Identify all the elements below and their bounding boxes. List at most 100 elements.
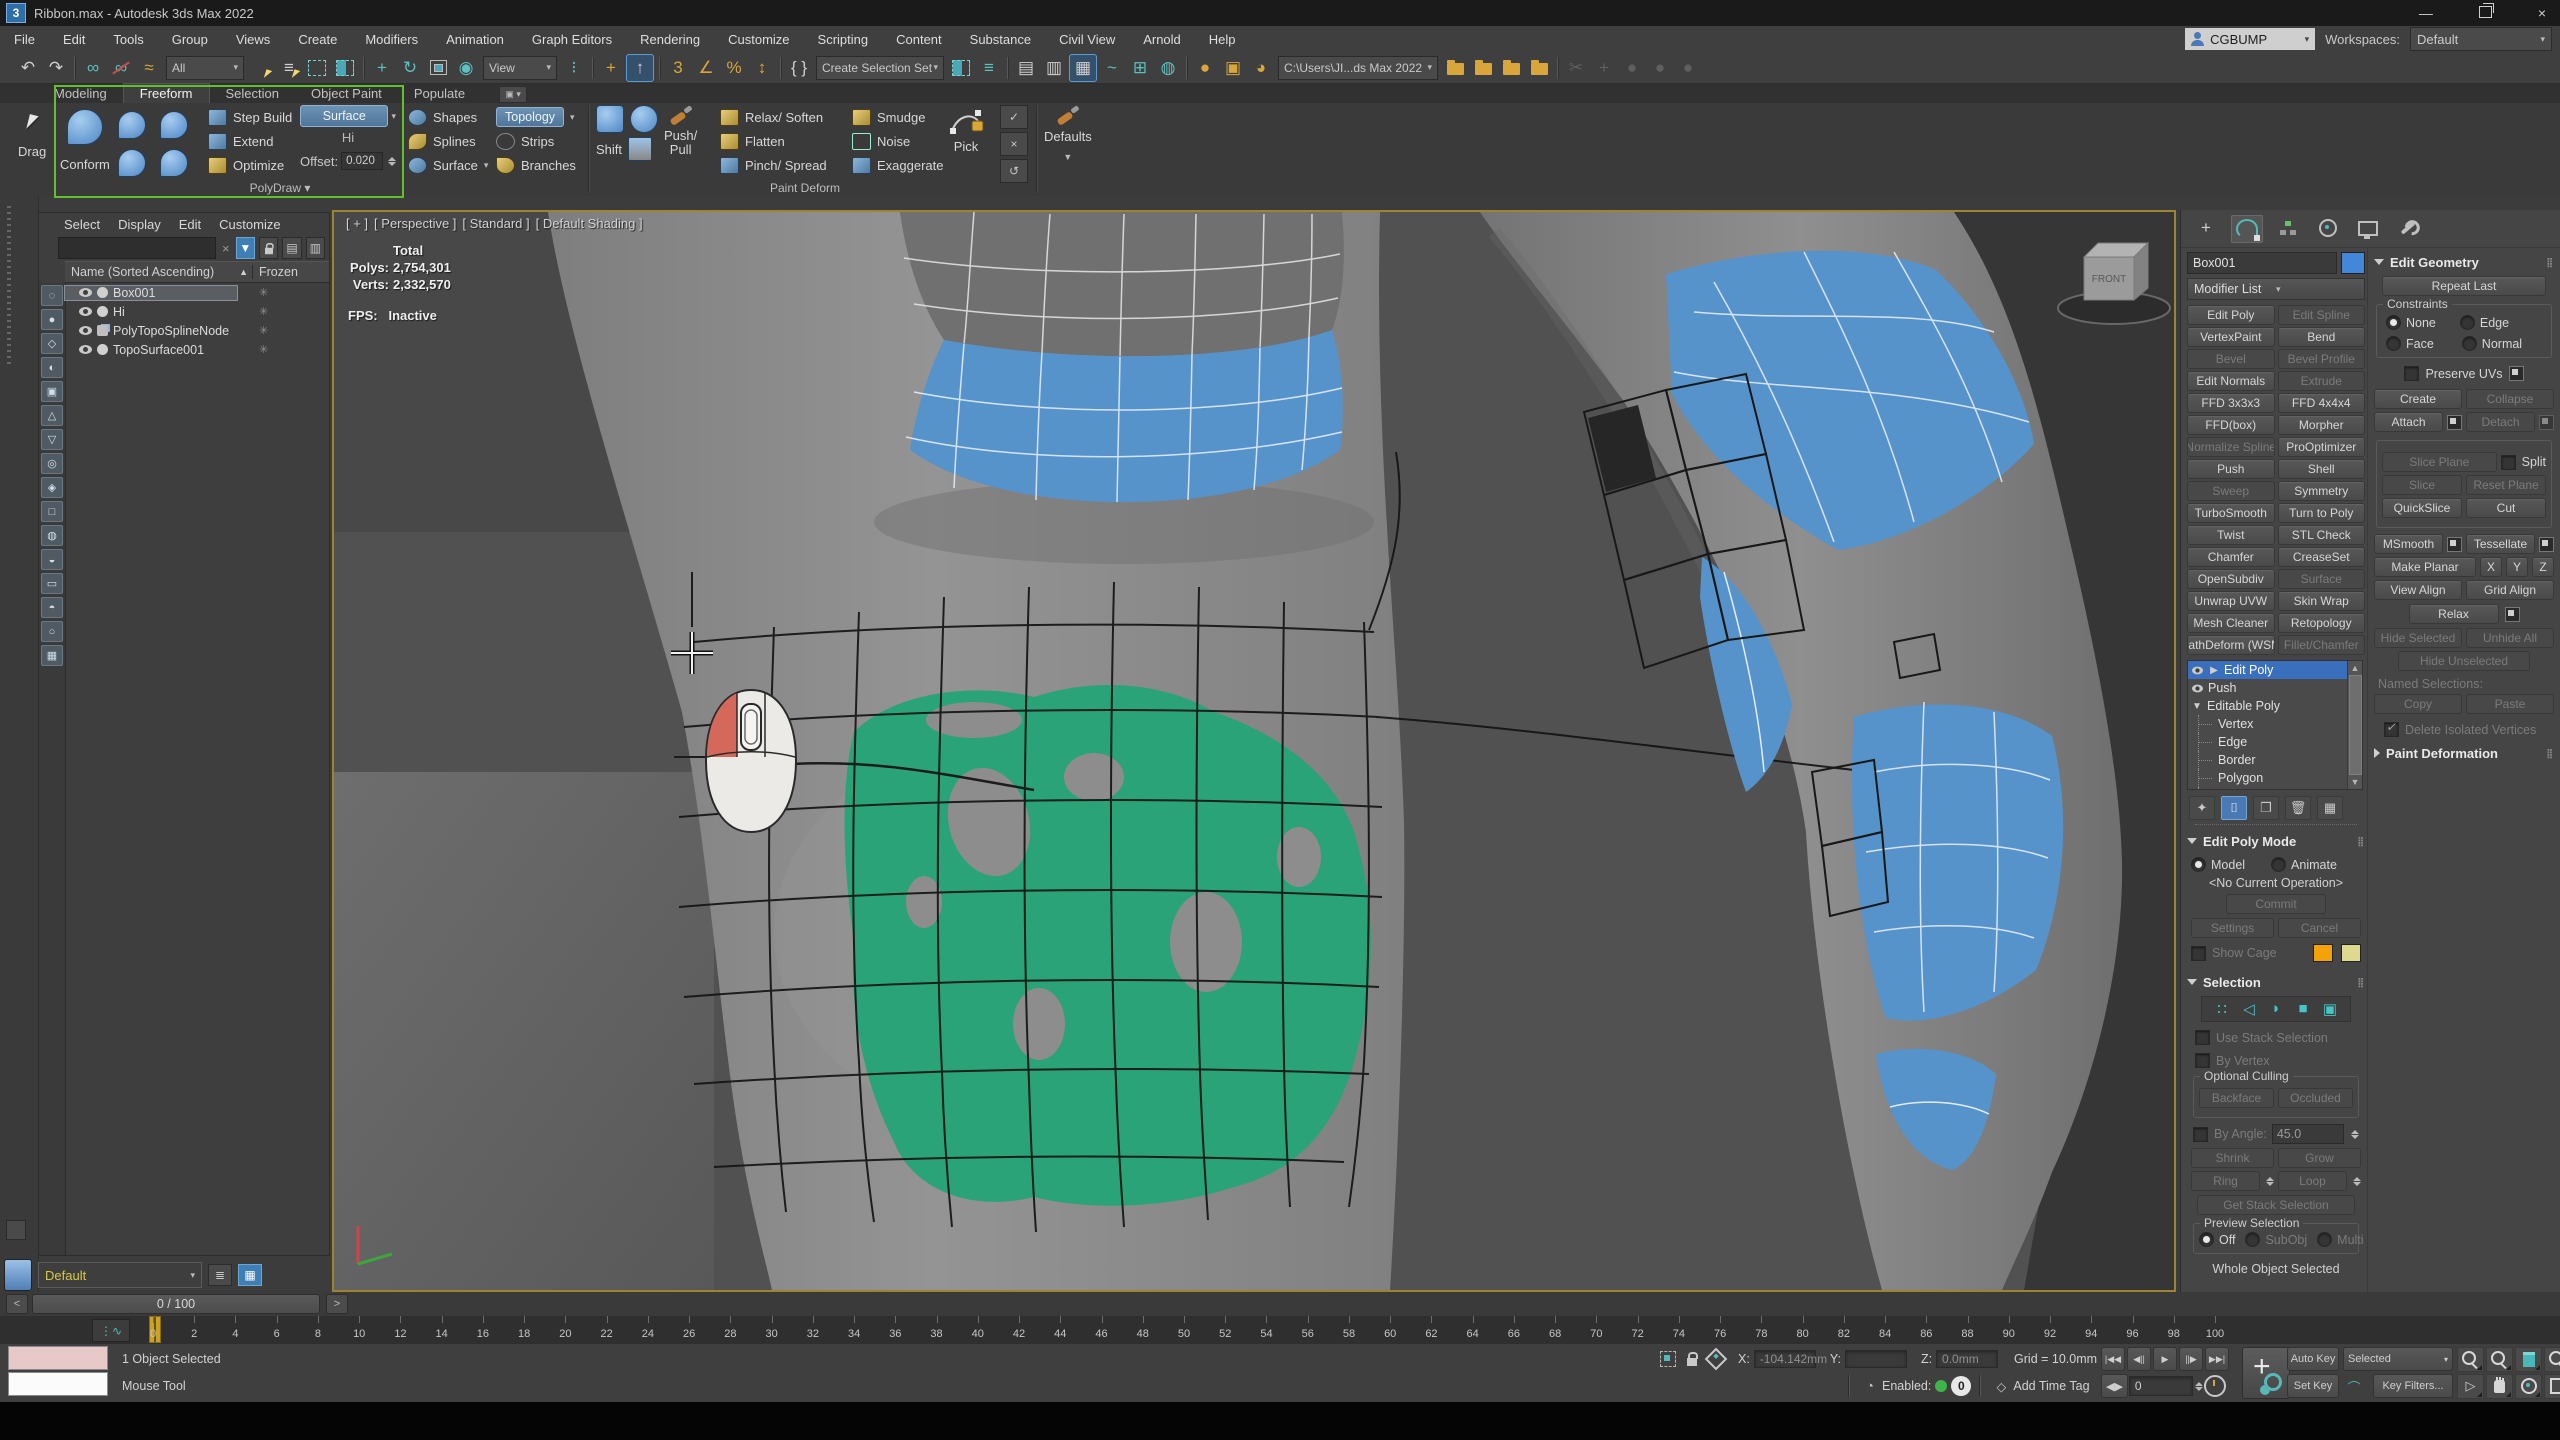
edit-geometry-rollout[interactable]: Edit Geometry⣿ <box>2374 252 2554 272</box>
frame-spinner[interactable] <box>2195 1382 2203 1391</box>
relax-soften-button[interactable]: Relax/ Soften <box>720 105 827 129</box>
delete-isolated-vertices-checkbox[interactable]: Delete Isolated Vertices <box>2384 722 2554 737</box>
preview-off-radio[interactable]: Off <box>2199 1232 2235 1247</box>
model-radio[interactable]: Model <box>2191 857 2245 872</box>
app-icon[interactable]: 3 <box>6 3 26 23</box>
stack-item-editable-poly[interactable]: ▼Editable Poly <box>2188 697 2360 715</box>
enabled-count-badge[interactable]: 0 <box>1951 1376 1971 1396</box>
track-bar[interactable]: ⋮∿ 0246810121416182022242628303234363840… <box>0 1316 2560 1345</box>
percent-snap-toggle-icon[interactable]: % <box>721 55 747 81</box>
redo-icon[interactable]: ↷ <box>43 55 69 81</box>
cage-color-swatch[interactable] <box>2313 944 2333 962</box>
get-stack-selection-button[interactable]: Get Stack Selection <box>2197 1195 2355 1215</box>
frozen-column-header[interactable]: Frozen <box>252 265 329 279</box>
shrink-button[interactable]: Shrink <box>2191 1148 2274 1168</box>
ribbon-tab-populate[interactable]: Populate <box>398 84 481 103</box>
inactive-tool-2-icon[interactable]: + <box>1591 55 1617 81</box>
frozen-snowflake-icon[interactable]: ✳ <box>259 286 268 299</box>
play-button[interactable]: ▶ <box>2153 1347 2177 1371</box>
auto-key-button[interactable]: Auto Key <box>2287 1347 2339 1371</box>
planar-x-button[interactable]: X <box>2480 557 2502 577</box>
modifier-button-edit-spline[interactable]: Edit Spline <box>2278 305 2366 325</box>
modifier-button-creaseset[interactable]: CreaseSet <box>2278 547 2366 567</box>
menu-modifiers[interactable]: Modifiers <box>351 26 432 52</box>
polydraw-panel-label[interactable]: PolyDraw ▾ <box>180 181 380 195</box>
tessellate-settings-icon[interactable] <box>2539 537 2554 552</box>
lock-icon[interactable] <box>259 237 278 259</box>
select-and-move-icon[interactable]: + <box>369 55 395 81</box>
z-coordinate-field[interactable]: 0.0mm <box>1936 1350 1998 1368</box>
display-xrefs-icon[interactable]: ◒ <box>41 549 63 570</box>
subobject-element-icon[interactable]: ▣ <box>2319 1000 2341 1018</box>
ribbon-tab-object-paint[interactable]: Object Paint <box>295 84 398 103</box>
conform-rotate-brush-icon[interactable] <box>160 111 188 139</box>
relax-settings-icon[interactable] <box>2505 607 2520 622</box>
ribbon-tab-modeling[interactable]: Modeling <box>38 84 123 103</box>
rendered-frame-window-icon[interactable]: ▣ <box>1220 55 1246 81</box>
pin-stack-button[interactable]: ✦ <box>2189 796 2215 820</box>
attach-button[interactable]: Attach <box>2374 412 2443 432</box>
ring-button[interactable]: Ring <box>2191 1171 2260 1191</box>
step-build-button[interactable]: Step Build <box>208 105 292 129</box>
conform-scale-brush-icon[interactable] <box>118 149 146 177</box>
toolbar-drag-handle[interactable] <box>7 206 11 366</box>
visibility-eye-icon[interactable] <box>79 288 92 297</box>
select-and-rotate-icon[interactable]: ↻ <box>397 55 423 81</box>
active-layer-swatch[interactable] <box>4 1259 32 1291</box>
menu-graph-editors[interactable]: Graph Editors <box>518 26 626 52</box>
grow-button[interactable]: Grow <box>2278 1148 2361 1168</box>
viewport-menu-pov[interactable]: [ Perspective ] <box>374 216 456 231</box>
minimize-button[interactable]: — <box>2419 5 2433 21</box>
cut-button[interactable]: Cut <box>2466 498 2546 518</box>
ribbon-tab-freeform[interactable]: Freeform <box>123 83 210 103</box>
menu-arnold[interactable]: Arnold <box>1129 26 1195 52</box>
command-tab-motion[interactable] <box>2313 215 2343 241</box>
show-end-result-button[interactable]: ⌷ <box>2221 796 2247 820</box>
curve-editor-icon[interactable]: ~ <box>1099 55 1125 81</box>
display-frozen-icon[interactable]: ◓ <box>41 597 63 618</box>
branches-button[interactable]: Branches <box>496 153 576 177</box>
constraint-edge-radio[interactable]: Edge <box>2460 315 2509 330</box>
shift-rotate-icon[interactable] <box>630 105 658 133</box>
zoom-icon[interactable] <box>2457 1347 2484 1372</box>
preserve-uvs-checkbox[interactable]: Preserve UVs <box>2404 366 2502 381</box>
visibility-eye-icon[interactable] <box>79 307 92 316</box>
spinner-snap-toggle-icon[interactable]: ↕ <box>749 55 775 81</box>
ribbon-minimize-icon[interactable]: ▣ ▾ <box>499 86 527 103</box>
select-and-scale-icon[interactable] <box>425 55 451 81</box>
modifier-button-twist[interactable]: Twist <box>2187 525 2275 545</box>
topology-flyout-arrow[interactable]: ▾ <box>570 112 575 123</box>
detach-settings-icon[interactable] <box>2539 415 2554 430</box>
subobject-border-icon[interactable]: ◗ <box>2265 1000 2287 1018</box>
menu-animation[interactable]: Animation <box>432 26 518 52</box>
subobject-polygon-icon[interactable]: ■ <box>2292 1000 2314 1018</box>
display-materials-icon[interactable]: ▭ <box>41 573 63 594</box>
display-bones-icon[interactable]: ◈ <box>41 477 63 498</box>
stack-item-vertex[interactable]: Vertex <box>2188 715 2363 733</box>
modifier-button-ffd-4x4x4[interactable]: FFD 4x4x4 <box>2278 393 2366 413</box>
ribbon-tab-selection[interactable]: Selection <box>210 84 295 103</box>
undo-icon[interactable]: ↶ <box>15 55 41 81</box>
reference-coordinate-system-dropdown[interactable]: View▾ <box>483 56 557 80</box>
tessellate-button[interactable]: Tessellate <box>2466 534 2535 554</box>
menu-views[interactable]: Views <box>222 26 284 52</box>
slice-button[interactable]: Slice <box>2382 475 2462 495</box>
unhide-all-button[interactable]: Unhide All <box>2466 628 2554 648</box>
display-spacewarps-icon[interactable]: ▽ <box>41 429 63 450</box>
defaults-flyout-arrow[interactable]: ▼ <box>1044 152 1092 162</box>
command-tab-hierarchy[interactable] <box>2273 215 2303 241</box>
polydraw-conform-tool[interactable]: Conform <box>60 105 110 172</box>
angle-field[interactable]: 45.0 <box>2272 1124 2344 1144</box>
align-icon[interactable]: ≡ <box>976 55 1002 81</box>
smudge-button[interactable]: Smudge <box>852 105 944 129</box>
display-lights-icon[interactable]: ◐ <box>41 357 63 378</box>
selection-filter-dropdown[interactable]: All▾ <box>166 56 244 80</box>
preserve-uvs-settings-icon[interactable] <box>2509 366 2524 381</box>
surface-mode-button[interactable]: Surface <box>300 105 388 127</box>
panel-toggle-icon[interactable] <box>6 1220 26 1240</box>
filter-funnel-icon[interactable]: ▼ <box>236 237 255 259</box>
named-selection-sets-dropdown[interactable]: Create Selection Set▾ <box>816 56 944 80</box>
use-stack-selection-checkbox[interactable]: Use Stack Selection <box>2195 1030 2361 1045</box>
menu-tools[interactable]: Tools <box>99 26 157 52</box>
modifier-button-ffd-3x3x3[interactable]: FFD 3x3x3 <box>2187 393 2275 413</box>
